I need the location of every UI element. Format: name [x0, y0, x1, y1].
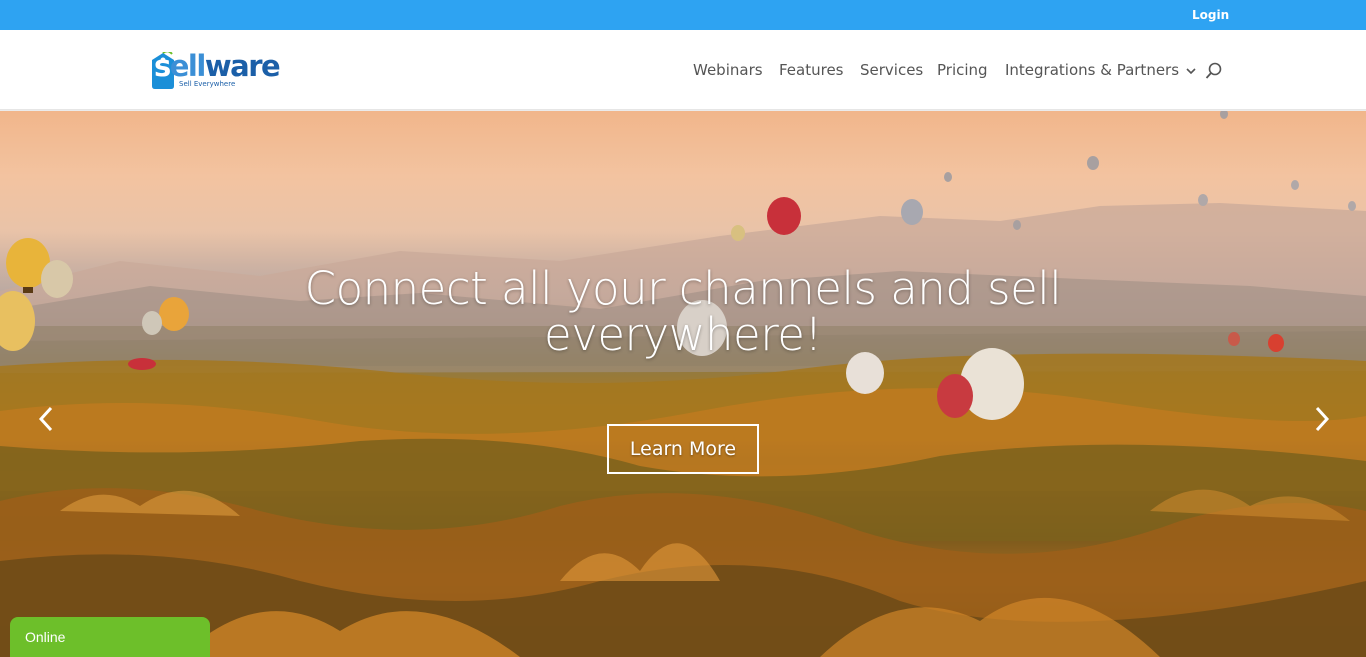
nav-item-integrations-label: Integrations & Partners: [1005, 61, 1180, 79]
search-icon[interactable]: [1205, 62, 1223, 80]
hero-slider: Connect all your channels and sell every…: [0, 111, 1366, 657]
site-header: sellware Sell Everywhere Webinars Featur…: [0, 30, 1366, 110]
hero-background-image: [0, 111, 1366, 657]
chevron-down-icon: [1186, 67, 1196, 74]
top-bar: Login: [0, 0, 1366, 30]
hero-title: Connect all your channels and sell every…: [304, 262, 1062, 361]
nav-item-features[interactable]: Features: [779, 61, 844, 79]
login-link[interactable]: Login: [1192, 8, 1229, 22]
nav-item-services[interactable]: Services: [860, 61, 923, 79]
nav-item-webinars[interactable]: Webinars: [693, 61, 763, 79]
logo-tagline: Sell Everywhere: [179, 80, 236, 88]
nav-item-integrations[interactable]: Integrations & Partners: [1005, 61, 1196, 79]
nav-item-pricing[interactable]: Pricing: [937, 61, 988, 79]
chat-status-label: Online: [25, 629, 66, 645]
chat-widget[interactable]: Online: [10, 617, 210, 657]
learn-more-button[interactable]: Learn More: [607, 424, 759, 474]
chevron-right-icon[interactable]: [1310, 404, 1334, 434]
chevron-left-icon[interactable]: [34, 404, 58, 434]
main-nav: Webinars Features Services Pricing Integ…: [0, 61, 1366, 81]
